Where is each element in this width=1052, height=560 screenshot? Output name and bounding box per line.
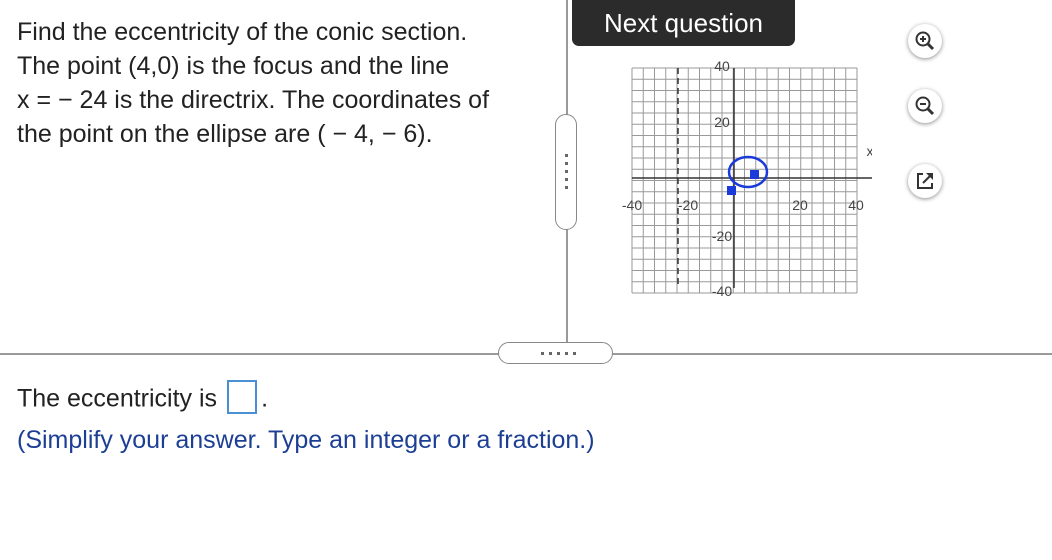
popout-button[interactable] xyxy=(908,164,942,198)
zoom-out-button[interactable] xyxy=(908,89,942,123)
next-question-button[interactable]: Next question xyxy=(572,0,795,46)
zoom-in-button[interactable] xyxy=(908,24,942,58)
answer-row: The eccentricity is. xyxy=(17,380,269,417)
question-line: The point (4,0) is the focus and the lin… xyxy=(17,52,450,80)
x-axis-label: x xyxy=(867,143,873,159)
y-tick-label: 40 xyxy=(714,58,730,74)
coordinate-graph: -40 -20 20 40 40 20 -20 -40 x xyxy=(622,58,873,298)
question-line: the point on the ellipse are ( − 4, − 6)… xyxy=(17,120,433,148)
horizontal-splitter-handle[interactable] xyxy=(498,342,613,364)
y-tick-label: -40 xyxy=(712,283,732,298)
x-tick-label: -20 xyxy=(678,197,698,213)
zoom-in-icon xyxy=(915,31,935,51)
x-tick-label: -40 xyxy=(622,197,642,213)
answer-suffix: . xyxy=(261,384,269,413)
question-text: Find the eccentricity of the conic secti… xyxy=(17,15,557,151)
question-line: Find the eccentricity of the conic secti… xyxy=(17,18,468,46)
answer-hint: (Simplify your answer. Type an integer o… xyxy=(17,426,595,454)
focus-point xyxy=(750,170,759,179)
ellipse-point xyxy=(727,186,736,195)
zoom-out-icon xyxy=(915,96,935,116)
y-tick-label: 20 xyxy=(714,114,730,130)
x-tick-label: 40 xyxy=(848,197,864,213)
answer-prefix: The eccentricity is xyxy=(17,384,218,413)
popout-icon xyxy=(917,173,933,189)
eccentricity-input[interactable] xyxy=(227,380,258,414)
grid-lines xyxy=(631,67,858,294)
y-tick-label: -20 xyxy=(712,228,732,244)
question-line: x = − 24 is the directrix. The coordinat… xyxy=(17,86,490,114)
vertical-splitter-handle[interactable] xyxy=(555,114,577,230)
x-tick-label: 20 xyxy=(792,197,808,213)
